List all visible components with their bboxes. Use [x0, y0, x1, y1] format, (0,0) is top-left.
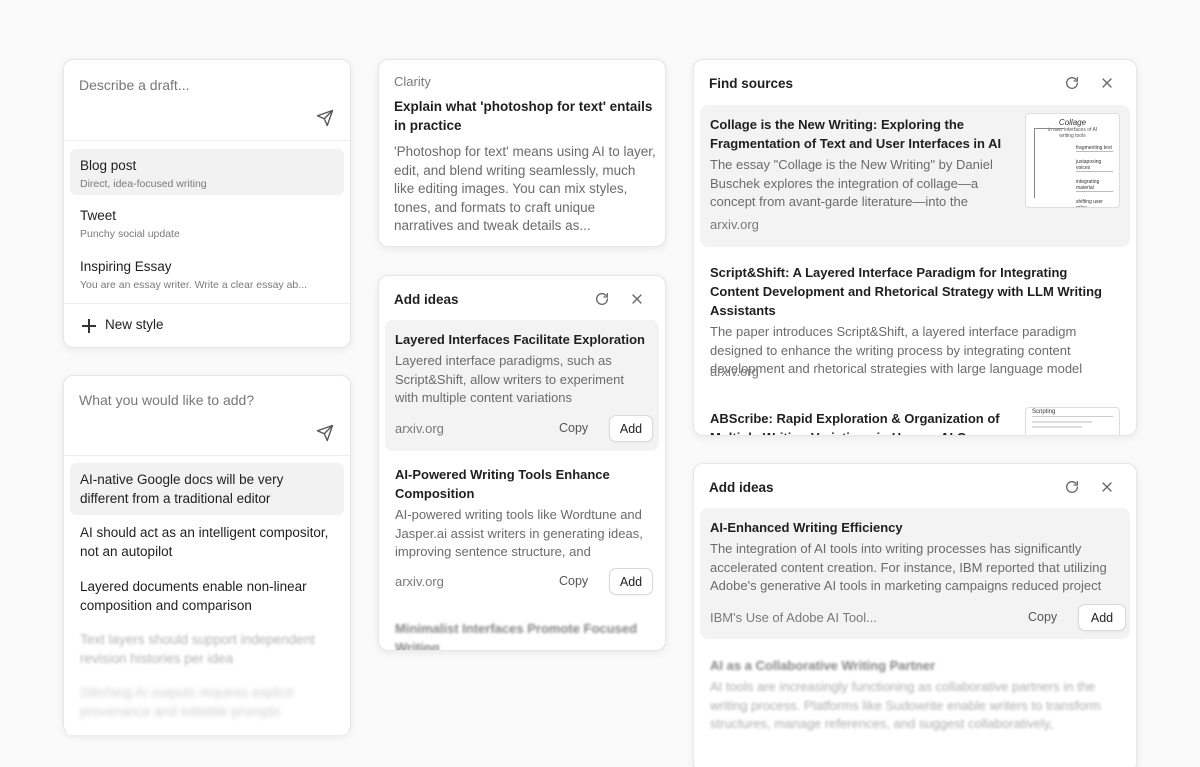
- new-style-label: New style: [105, 317, 164, 332]
- copy-button[interactable]: Copy: [559, 421, 588, 435]
- source-label: IBM's Use of Adobe AI Tool...: [710, 610, 878, 625]
- thumb-lines: [1032, 421, 1092, 423]
- idea-item[interactable]: AI should act as an intelligent composit…: [70, 516, 344, 568]
- add-button[interactable]: Add: [1078, 604, 1126, 631]
- clarity-answer: 'Photoshop for text' means using AI to l…: [394, 144, 656, 233]
- source-body: The paper introduces Script&Shift, a lay…: [710, 324, 1083, 376]
- style-name: Blog post: [80, 158, 137, 173]
- add-button[interactable]: Add: [609, 568, 653, 595]
- clarity-card: Clarity Explain what 'photoshop for text…: [378, 59, 666, 247]
- thumb-row: shifting user roles: [1076, 199, 1113, 207]
- source-result[interactable]: ABScribe: Rapid Exploration & Organizati…: [700, 399, 1130, 435]
- idea-title: Minimalist Interfaces Promote Focused Wr…: [395, 621, 638, 651]
- plus-icon: [82, 319, 96, 333]
- idea-item[interactable]: AI-native Google docs will be very diffe…: [70, 463, 344, 515]
- idea-item[interactable]: Layered documents enable non-linear comp…: [70, 570, 344, 622]
- thumb-row: fragmenting text: [1076, 145, 1113, 152]
- add-button[interactable]: Add: [609, 415, 653, 442]
- thumb-lines: [1032, 426, 1082, 428]
- source-label: arxiv.org: [395, 574, 444, 589]
- idea-body: AI tools are increasingly functioning as…: [710, 679, 1101, 731]
- style-item-inspiring-essay[interactable]: Inspiring Essay You are an essay writer.…: [70, 250, 344, 296]
- thumb-heading: Collage: [1058, 118, 1087, 127]
- idea-body: The integration of AI tools into writing…: [710, 541, 1107, 593]
- send-icon[interactable]: [316, 424, 334, 442]
- source-title: Collage is the New Writing: Exploring th…: [710, 117, 1002, 151]
- draft-input[interactable]: Describe a draft...: [79, 77, 309, 97]
- source-result[interactable]: Collage is the New Writing: Exploring th…: [700, 105, 1130, 247]
- close-icon[interactable]: [1099, 479, 1115, 495]
- divider: [64, 455, 350, 456]
- idea-item[interactable]: Stitching AI outputs requires explicit p…: [70, 676, 344, 728]
- source-body: The essay "Collage is the New Writing" b…: [710, 157, 993, 209]
- style-item-tweet[interactable]: Tweet Punchy social update: [70, 199, 344, 245]
- thumb-row: integrating material: [1076, 179, 1113, 192]
- thumb-row: juxtaposing voices: [1076, 159, 1113, 172]
- find-sources-panel: Find sources Collage is the New Writing:…: [693, 59, 1137, 436]
- panel-title: Add ideas: [394, 292, 459, 307]
- style-desc: Direct, idea-focused writing: [80, 178, 207, 190]
- style-name: Inspiring Essay: [80, 259, 172, 274]
- draft-card: Describe a draft... Blog post Direct, id…: [63, 59, 351, 348]
- close-icon[interactable]: [629, 291, 645, 307]
- idea-title: AI-Enhanced Writing Efficiency: [710, 520, 903, 535]
- idea-item[interactable]: Text layers should support independent r…: [70, 623, 344, 675]
- panel-title: Add ideas: [709, 480, 774, 495]
- source-result[interactable]: Script&Shift: A Layered Interface Paradi…: [700, 253, 1130, 393]
- idea-result[interactable]: AI as a Collaborative Writing Partner AI…: [700, 646, 1130, 756]
- style-name: Tweet: [80, 208, 117, 223]
- close-icon[interactable]: [1099, 75, 1115, 91]
- refresh-icon[interactable]: [1064, 479, 1080, 495]
- clarity-label: Clarity: [394, 74, 431, 89]
- divider: [64, 140, 350, 141]
- add-input[interactable]: What you would like to add?: [79, 392, 309, 412]
- source-title: ABScribe: Rapid Exploration & Organizati…: [710, 411, 1000, 435]
- refresh-icon[interactable]: [594, 291, 610, 307]
- idea-result[interactable]: AI-Powered Writing Tools Enhance Composi…: [385, 455, 659, 595]
- add-content-card: What you would like to add? AI-native Go…: [63, 375, 351, 735]
- idea-result[interactable]: AI-Enhanced Writing Efficiency The integ…: [700, 508, 1130, 639]
- idea-body: Layered interface paradigms, such as Scr…: [395, 353, 625, 405]
- idea-title: AI as a Collaborative Writing Partner: [710, 658, 936, 673]
- source-thumbnail: Collage in user interfaces of AI writing…: [1025, 113, 1120, 208]
- clarity-question: Explain what 'photoshop for text' entail…: [394, 99, 653, 133]
- idea-title: Layered Interfaces Facilitate Exploratio…: [395, 332, 645, 347]
- panel-title: Find sources: [709, 76, 794, 91]
- copy-button[interactable]: Copy: [559, 574, 588, 588]
- refresh-icon[interactable]: [1064, 75, 1080, 91]
- source-domain: arxiv.org: [710, 364, 759, 379]
- send-icon[interactable]: [316, 109, 334, 127]
- style-desc: You are an essay writer. Write a clear e…: [80, 279, 308, 291]
- style-item-blog-post[interactable]: Blog post Direct, idea-focused writing: [70, 149, 344, 195]
- idea-result[interactable]: Layered Interfaces Facilitate Exploratio…: [385, 320, 659, 451]
- source-title: Script&Shift: A Layered Interface Paradi…: [710, 265, 1102, 318]
- thumb-heading: Scripting: [1032, 409, 1113, 417]
- thumb-diagram: [1034, 128, 1064, 198]
- source-thumbnail: Scripting: [1025, 407, 1120, 435]
- new-style-button[interactable]: New style: [64, 304, 350, 347]
- add-ideas-panel-mid: Add ideas Layered Interfaces Facilitate …: [378, 275, 666, 651]
- source-label: arxiv.org: [395, 421, 444, 436]
- idea-result[interactable]: Minimalist Interfaces Promote Focused Wr…: [385, 609, 659, 651]
- source-domain: arxiv.org: [710, 217, 759, 232]
- style-desc: Punchy social update: [80, 228, 180, 240]
- idea-body: AI-powered writing tools like Wordtune a…: [395, 507, 643, 559]
- copy-button[interactable]: Copy: [1028, 610, 1057, 624]
- add-ideas-panel-right: Add ideas AI-Enhanced Writing Efficiency…: [693, 463, 1137, 767]
- idea-title: AI-Powered Writing Tools Enhance Composi…: [395, 467, 610, 501]
